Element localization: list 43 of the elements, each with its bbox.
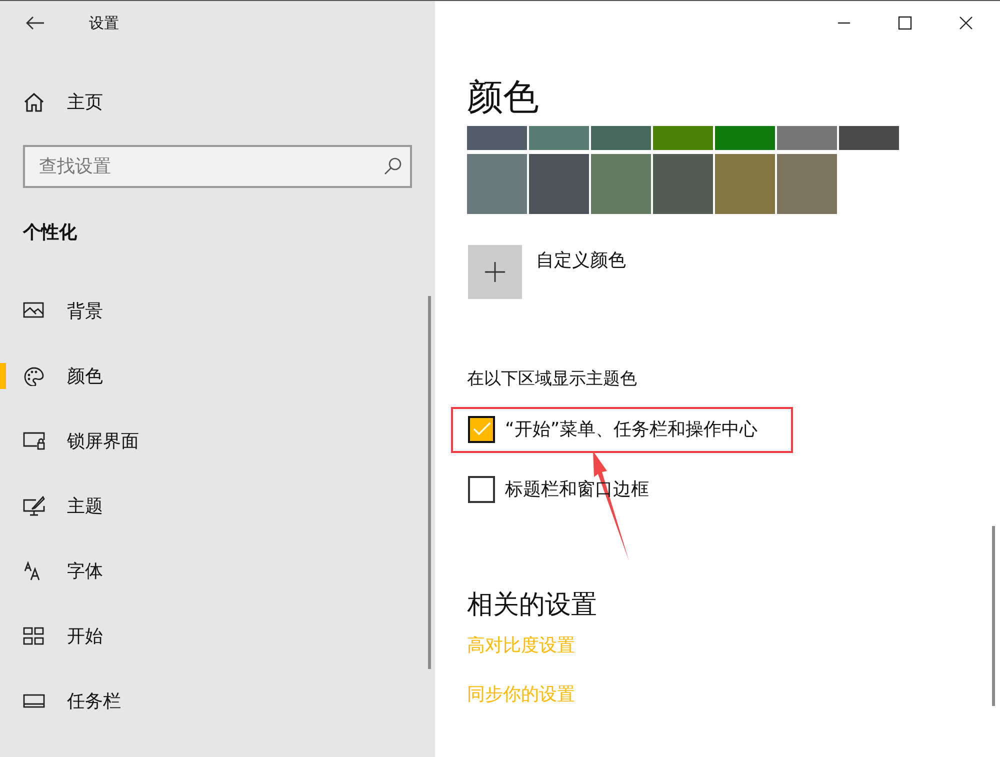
sidebar-item[interactable]: 开始: [0, 623, 435, 649]
checkbox[interactable]: [468, 476, 495, 502]
section-label: 在以下区域显示主题色: [467, 368, 638, 391]
home-icon: [23, 91, 45, 113]
page-heading: 颜色: [467, 76, 540, 120]
search-icon[interactable]: [384, 157, 402, 175]
add-color-button[interactable]: [468, 245, 522, 299]
home-link[interactable]: 主页: [23, 89, 435, 115]
checkbox-label: “开始”菜单、任务栏和操作中心: [505, 418, 758, 441]
search-field[interactable]: 查找设置: [23, 145, 412, 188]
color-swatch[interactable]: [529, 154, 589, 214]
sidebar-item[interactable]: 任务栏: [0, 688, 435, 714]
maximize-icon[interactable]: [898, 16, 912, 30]
scrollbar[interactable]: [428, 296, 431, 669]
theme-icon: [23, 496, 45, 516]
checkbox[interactable]: [468, 416, 495, 442]
sidebar-item[interactable]: 锁屏界面: [0, 428, 435, 454]
checkmark-icon: [472, 421, 492, 437]
color-swatch[interactable]: [777, 126, 837, 150]
palette-icon: [23, 366, 45, 386]
color-swatch[interactable]: [839, 126, 899, 150]
custom-color-label: 自定义颜色: [536, 249, 626, 272]
color-swatch[interactable]: [529, 126, 589, 150]
color-swatch[interactable]: [777, 154, 837, 214]
color-swatch[interactable]: [591, 126, 651, 150]
color-swatch[interactable]: [715, 154, 775, 214]
sidebar-item[interactable]: 主题: [0, 493, 435, 519]
sidebar-item[interactable]: 背景: [0, 298, 435, 324]
back-arrow-icon[interactable]: [25, 15, 45, 31]
lock-screen-icon: [23, 431, 45, 451]
close-icon[interactable]: [959, 16, 973, 30]
section-heading: 相关的设置: [467, 589, 598, 621]
start-grid-icon: [23, 626, 45, 646]
color-swatch[interactable]: [715, 126, 775, 150]
scrollbar[interactable]: [992, 526, 995, 706]
color-swatch[interactable]: [653, 154, 713, 214]
section-heading: 个性化: [23, 221, 78, 245]
color-swatch[interactable]: [591, 154, 651, 214]
color-swatch[interactable]: [467, 154, 527, 214]
color-swatch[interactable]: [467, 126, 527, 150]
window-title: 设置: [89, 14, 119, 32]
sidebar-item[interactable]: 字体: [0, 558, 435, 584]
color-swatch[interactable]: [653, 126, 713, 150]
